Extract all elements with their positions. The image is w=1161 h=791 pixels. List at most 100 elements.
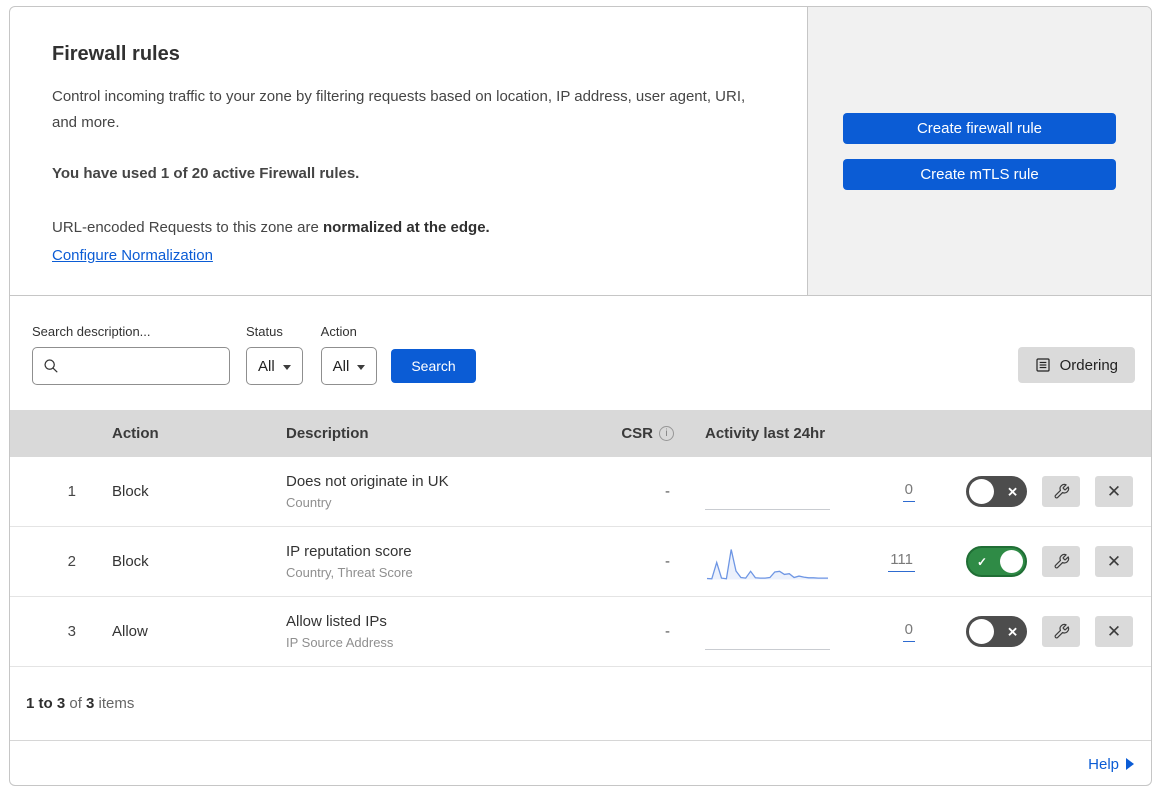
rule-activity: 0 [685,457,925,526]
toggle-x-icon: ✕ [1007,484,1018,499]
rule-fields: Country, Threat Score [286,565,413,580]
usage-summary: You have used 1 of 20 active Firewall ru… [52,165,360,182]
delete-rule-button[interactable]: ✕ [1095,476,1133,507]
info-icon[interactable]: i [659,426,674,441]
search-box [32,347,230,385]
arrow-right-icon [1126,758,1134,770]
toggle-x-icon: ✕ [1007,624,1018,639]
status-dropdown[interactable]: All [246,347,303,385]
items-range: 1 to 3 [26,695,66,712]
rule-description: Does not originate in UK Country [275,473,595,510]
table-row: 2 Block IP reputation score Country, Thr… [10,527,1151,597]
rule-csr-value: - [665,483,670,500]
rule-csr-value: - [665,623,670,640]
activity-flatline [705,474,830,516]
rule-controls: ✕ ✕ [925,616,1151,647]
normalization-text: URL-encoded Requests to this zone are no… [52,215,765,241]
search-icon [44,359,58,373]
header-section: Firewall rules Control incoming traffic … [10,7,1151,296]
rule-controls: ✕ ✕ [925,476,1151,507]
col-activity-header: Activity last 24hr [705,425,826,442]
toggle-knob [969,619,994,644]
enable-toggle[interactable]: ✕ [966,476,1027,507]
items-word: items [94,695,135,712]
status-filter-group: Status All [246,324,303,385]
action-dropdown[interactable]: All [320,347,378,385]
close-icon: ✕ [1106,622,1122,641]
search-input[interactable] [65,357,219,375]
delete-rule-button[interactable]: ✕ [1095,546,1133,577]
enable-toggle[interactable]: ✓ [966,546,1027,577]
rule-number: 3 [67,623,76,640]
items-of: of [65,695,87,712]
action-filter-group: Action All [320,324,378,385]
normalization-prefix: URL-encoded Requests to this zone are [52,218,323,236]
chevron-down-icon [282,364,291,370]
ordering-button-label: Ordering [1059,356,1118,374]
firewall-rules-panel: Firewall rules Control incoming traffic … [9,6,1152,786]
create-firewall-rule-button[interactable]: Create firewall rule [843,112,1116,144]
table-header: Action Description CSR i Activity last 2… [10,410,1151,457]
filter-bar: Search description... Status All Action … [10,296,1151,410]
toggle-knob [1000,550,1023,573]
ordering-button[interactable]: Ordering [1017,347,1135,383]
activity-flatline [705,614,830,656]
col-csr-header: CSR i [595,425,685,442]
rule-controls: ✓ ✕ [925,546,1151,577]
status-dropdown-value: All [258,357,275,375]
col-csr-label: CSR [621,425,653,442]
configure-normalization-link[interactable]: Configure Normalization [52,247,213,264]
toggle-check-icon: ✓ [977,554,988,569]
rule-action: Block [112,553,149,570]
edit-rule-button[interactable] [1042,546,1080,577]
normalization-bold: normalized at the edge. [323,218,490,236]
create-mtls-rule-button[interactable]: Create mTLS rule [843,158,1116,190]
wrench-icon [1054,483,1069,499]
page-description: Control incoming traffic to your zone by… [52,88,746,131]
rule-action: Block [112,483,149,500]
search-label: Search description... [32,324,151,339]
edit-rule-button[interactable] [1042,476,1080,507]
close-icon: ✕ [1106,552,1122,571]
rule-fields: Country [286,495,332,510]
rule-csr-value: - [665,553,670,570]
rule-number: 2 [67,553,76,570]
activity-count-link[interactable]: 0 [902,621,915,642]
status-label: Status [246,324,283,339]
list-order-icon [1036,358,1050,372]
page-title: Firewall rules [52,43,180,65]
col-description-header: Description [286,425,369,442]
actions-side-panel: Create firewall rule Create mTLS rule [807,7,1151,295]
table-row: 3 Allow Allow listed IPs IP Source Addre… [10,597,1151,667]
table-row: 1 Block Does not originate in UK Country… [10,457,1151,527]
rule-activity: 111 [685,527,925,596]
intro-card: Firewall rules Control incoming traffic … [10,7,807,295]
help-footer: Help [10,741,1151,785]
activity-count-link[interactable]: 111 [888,551,915,572]
wrench-icon [1054,623,1069,639]
rule-activity: 0 [685,597,925,666]
close-icon: ✕ [1106,482,1122,501]
edit-rule-button[interactable] [1042,616,1080,647]
rule-fields: IP Source Address [286,635,394,650]
enable-toggle[interactable]: ✕ [966,616,1027,647]
delete-rule-button[interactable]: ✕ [1095,616,1133,647]
col-action-header: Action [112,425,159,442]
pagination-summary: 1 to 3 of 3 items [10,667,1151,741]
activity-sparkline [705,544,830,586]
rule-number: 1 [67,483,76,500]
search-group: Search description... [32,324,230,385]
help-link-label: Help [1088,755,1119,773]
action-label: Action [320,324,357,339]
rule-description: IP reputation score Country, Threat Scor… [275,543,595,580]
rule-action: Allow [112,623,148,640]
help-link[interactable]: Help [1088,756,1134,773]
chevron-down-icon [357,364,366,370]
activity-count-link[interactable]: 0 [902,481,915,502]
rule-description-title: IP reputation score [286,543,412,560]
action-dropdown-value: All [332,357,350,375]
rule-description-title: Allow listed IPs [286,613,387,630]
search-button[interactable]: Search [391,349,476,383]
toggle-knob [969,479,994,504]
wrench-icon [1054,553,1069,569]
